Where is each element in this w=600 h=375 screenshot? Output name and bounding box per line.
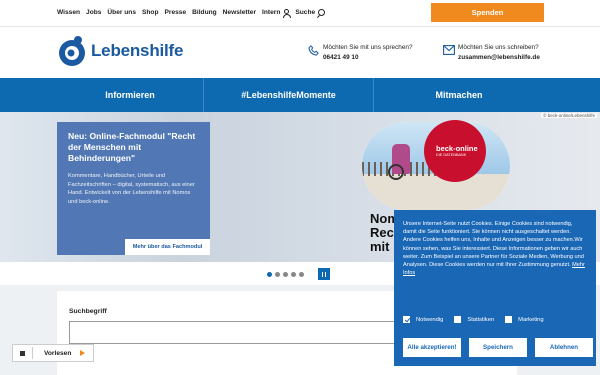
intern-link[interactable]: Intern (262, 9, 291, 18)
save-button[interactable]: Speichern (469, 338, 527, 357)
top-link-newsletter[interactable]: Newsletter (223, 9, 256, 16)
option-label-notwendig: Notwendig (416, 316, 444, 323)
phone-icon (308, 45, 319, 56)
intern-label: Intern (262, 9, 281, 16)
search-label: Suchbegriff (69, 308, 107, 315)
cookie-banner: Unsere Internet-Seite nutzt Cookies. Ein… (394, 210, 596, 366)
checkbox-statistiken[interactable] (454, 316, 462, 323)
slider-pager (267, 268, 330, 280)
phone-number: 06421 49 10 (323, 54, 359, 61)
top-link-bildung[interactable]: Bildung (192, 9, 217, 16)
pause-icon (321, 271, 324, 277)
play-icon[interactable] (80, 350, 86, 356)
divider (32, 347, 33, 359)
logo-text: Lebenshilfe (91, 41, 184, 60)
hero-more-button[interactable]: Mehr über das Fachmodul (125, 239, 210, 255)
cookie-options: Notwendig Statistiken Marketing (403, 316, 555, 323)
logo[interactable]: Lebenshilfe (56, 35, 183, 67)
mail-prompt: Möchten Sie uns schreiben? (458, 44, 539, 51)
cookie-option-notwendig[interactable]: Notwendig (403, 316, 443, 323)
cookie-option-marketing[interactable]: Marketing (505, 316, 544, 323)
read-aloud-label: Vorlesen (44, 349, 72, 357)
option-label-statistiken: Statistiken (467, 316, 495, 323)
top-navigation: Wissen Jobs Über uns Shop Presse Bildung… (0, 0, 600, 26)
user-icon (282, 9, 291, 18)
hero-card-text: Kommentare, Handbücher, Urteile und Fach… (68, 173, 195, 205)
mail-contact[interactable]: Möchten Sie uns schreiben? zusammen@lebe… (443, 43, 540, 63)
cookie-text: Unsere Internet-Seite nutzt Cookies. Ein… (403, 220, 587, 277)
tab-lebenshilfe-momente[interactable]: #LebenshilfeMomente (204, 78, 374, 112)
teaser-card-2[interactable] (222, 365, 377, 375)
photo-credit: © beck-online/Lebenshilfe (541, 113, 597, 118)
top-link-shop[interactable]: Shop (142, 9, 158, 16)
slide-dot-1[interactable] (267, 271, 272, 277)
mail-icon (443, 45, 455, 55)
checkbox-marketing[interactable] (505, 316, 513, 323)
decline-button[interactable]: Ablehnen (535, 338, 593, 357)
tab-informieren[interactable]: Informieren (57, 78, 204, 112)
pause-icon-bar (324, 271, 327, 277)
read-aloud-widget[interactable]: Vorlesen (12, 344, 94, 362)
beck-online-logo: beck-online DIE DATENBANK (424, 120, 486, 182)
slide-dot-3[interactable] (283, 271, 288, 277)
mail-address: zusammen@lebenshilfe.de (458, 54, 540, 61)
search-icon (318, 9, 326, 16)
site-header: Lebenshilfe Möchten Sie mit uns sprechen… (0, 26, 600, 78)
hero-card-title: Neu: Online-Fachmodul "Recht der Mensche… (68, 131, 196, 163)
phone-contact[interactable]: Möchten Sie mit uns sprechen? 06421 49 1… (308, 43, 413, 63)
image-wheel (388, 164, 404, 180)
hero-teaser-card: Neu: Online-Fachmodul "Recht der Mensche… (57, 122, 210, 255)
donate-button[interactable]: Spenden (431, 3, 544, 22)
teaser-card-1[interactable] (57, 365, 210, 375)
beck-brand-sub: DIE DATENBANK (436, 153, 467, 157)
main-navigation: Informieren #LebenshilfeMomente Mitmache… (0, 78, 600, 112)
lebenshilfe-logo-icon (59, 36, 85, 66)
option-label-marketing: Marketing (518, 316, 544, 323)
cookie-buttons: Alle akzeptieren! Speichern Ablehnen (403, 338, 593, 357)
image-ground (362, 174, 510, 210)
tab-mitmachen[interactable]: Mitmachen (374, 78, 544, 112)
cookie-option-statistiken[interactable]: Statistiken (454, 316, 494, 323)
top-link-presse[interactable]: Presse (164, 9, 186, 16)
phone-prompt: Möchten Sie mit uns sprechen? (323, 44, 413, 51)
slide-dot-5[interactable] (299, 271, 304, 277)
checkbox-notwendig[interactable] (403, 316, 410, 323)
search-label: Suche (295, 9, 316, 16)
top-links: Wissen Jobs Über uns Shop Presse Bildung… (57, 9, 331, 18)
top-link-wissen[interactable]: Wissen (57, 9, 80, 16)
top-link-jobs[interactable]: Jobs (86, 9, 101, 16)
search-link[interactable]: Suche (295, 9, 326, 16)
accept-all-button[interactable]: Alle akzeptieren! (403, 338, 461, 357)
slide-dot-2[interactable] (275, 271, 280, 277)
pause-button[interactable] (318, 268, 330, 280)
stop-icon[interactable] (20, 350, 25, 356)
slide-dot-4[interactable] (291, 271, 296, 277)
beck-brand-name: beck-online (436, 144, 478, 153)
top-link-ueber-uns[interactable]: Über uns (107, 9, 136, 16)
cookie-body: Unsere Internet-Seite nutzt Cookies. Ein… (403, 221, 584, 269)
